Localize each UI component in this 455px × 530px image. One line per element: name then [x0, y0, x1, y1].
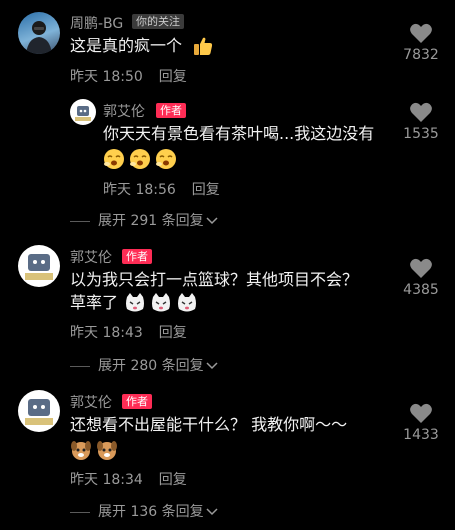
following-badge: 你的关注: [132, 14, 184, 29]
like-count: 4385: [403, 282, 439, 298]
expand-replies-button[interactable]: 展开 280 条回复: [70, 355, 218, 375]
comment-text: 还想看不出屋能干什么？ 我教你啊～～: [70, 415, 348, 434]
emoji-row: [124, 291, 198, 315]
dog-face-icon: [97, 441, 117, 460]
expand-replies-label: 展开 280 条回复: [98, 358, 204, 374]
expand-replies-label: 展开 136 条回复: [98, 504, 204, 520]
heart-icon: [410, 23, 432, 43]
like-button[interactable]: 7832: [397, 22, 445, 63]
like-button[interactable]: 1535: [397, 101, 445, 142]
divider: [70, 220, 90, 222]
comment-time: 昨天 18:50: [70, 69, 143, 85]
comment-item: 郭艾伦 作者 以为我只会打一点篮球？其他项目不会？ 草率了 昨天 18:43 回复…: [0, 235, 455, 375]
author-badge: 作者: [122, 249, 152, 264]
cat-face-icon: [152, 293, 170, 312]
comment-text: 你天天有景色看有茶叶喝...我这边没有: [103, 124, 375, 143]
chevron-down-icon: [206, 358, 218, 374]
avatar[interactable]: [18, 245, 60, 287]
comment-username[interactable]: 郭艾伦: [103, 101, 145, 121]
reply-button[interactable]: 回复: [159, 325, 187, 341]
comment-text-line-2: 草率了: [70, 293, 119, 312]
heart-icon: [410, 258, 432, 278]
emoji-row: [192, 34, 214, 58]
comment-item: 郭艾伦 作者 你天天有景色看有茶叶喝...我这边没有 昨天 18:56 回复 15…: [0, 95, 455, 235]
dog-face-icon: [71, 441, 91, 460]
emoji-row: [103, 147, 177, 171]
comment-time: 昨天 18:43: [70, 325, 143, 341]
yawning-face-icon: [156, 149, 176, 169]
author-badge: 作者: [156, 103, 186, 118]
chevron-down-icon: [206, 213, 218, 229]
comment-time: 昨天 18:56: [103, 182, 176, 198]
comment-username[interactable]: 周鹏-BG: [70, 13, 123, 33]
like-button[interactable]: 1433: [397, 402, 445, 443]
avatar[interactable]: [18, 390, 60, 432]
chevron-down-icon: [206, 504, 218, 520]
comment-meta: 昨天 18:56 回复: [103, 179, 220, 199]
yawning-face-icon: [130, 149, 150, 169]
heart-icon: [410, 102, 432, 122]
like-button[interactable]: 4385: [397, 257, 445, 298]
reply-button[interactable]: 回复: [192, 182, 220, 198]
comment-text: 这是真的疯一个: [70, 36, 183, 55]
thumbs-up-icon: [194, 37, 213, 55]
emoji-row: [70, 438, 118, 462]
like-count: 1433: [403, 427, 439, 443]
comment-item: 周鹏-BG 你的关注 这是真的疯一个 昨天 18:50 回复 7832: [0, 0, 455, 95]
cat-face-icon: [126, 293, 144, 312]
comment-time: 昨天 18:34: [70, 472, 143, 488]
like-count: 1535: [403, 126, 439, 142]
comment-username[interactable]: 郭艾伦: [70, 247, 112, 267]
yawning-face-icon: [104, 149, 124, 169]
reply-button[interactable]: 回复: [159, 69, 187, 85]
avatar[interactable]: [18, 12, 60, 54]
avatar[interactable]: [70, 99, 96, 125]
divider: [70, 365, 90, 367]
comment-text-line-1: 以为我只会打一点篮球？其他项目不会？: [70, 270, 359, 289]
comment-meta: 昨天 18:43 回复: [70, 322, 187, 342]
comment-meta: 昨天 18:34 回复: [70, 469, 187, 489]
cat-face-icon: [178, 293, 196, 312]
divider: [70, 511, 90, 513]
author-badge: 作者: [122, 394, 152, 409]
reply-button[interactable]: 回复: [159, 472, 187, 488]
expand-replies-button[interactable]: 展开 291 条回复: [70, 210, 218, 230]
comment-meta: 昨天 18:50 回复: [70, 66, 187, 86]
comment-username[interactable]: 郭艾伦: [70, 392, 112, 412]
expand-replies-label: 展开 291 条回复: [98, 213, 204, 229]
expand-replies-button[interactable]: 展开 136 条回复: [70, 501, 218, 521]
heart-icon: [410, 403, 432, 423]
comment-item: 郭艾伦 作者 还想看不出屋能干什么？ 我教你啊～～ 昨天 18:34 回复 143…: [0, 380, 455, 530]
like-count: 7832: [403, 47, 439, 63]
